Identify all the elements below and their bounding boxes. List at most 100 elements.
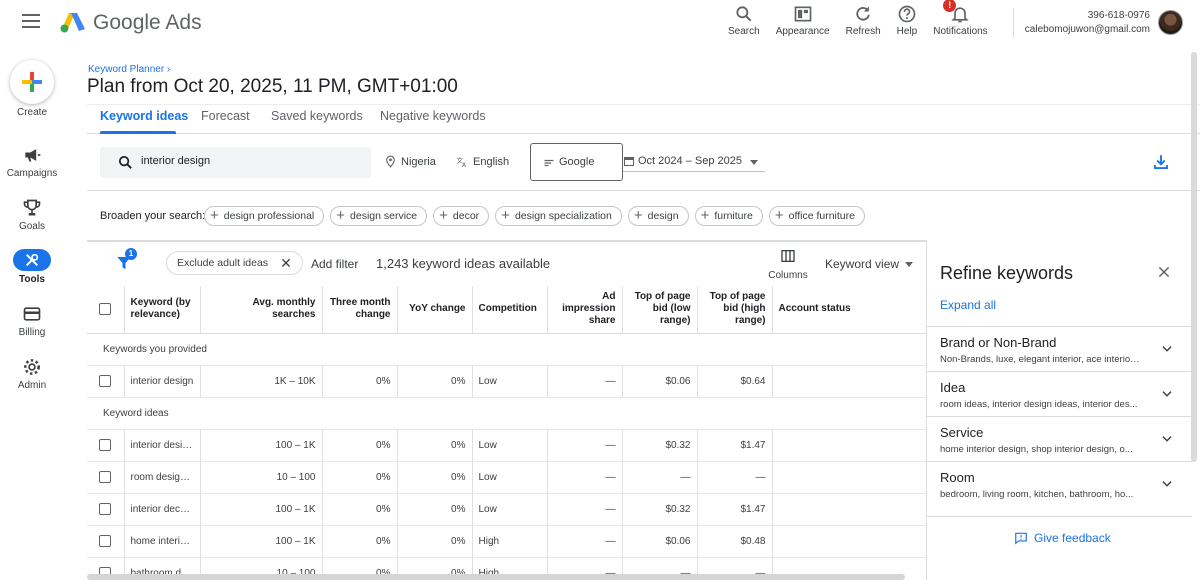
close-icon[interactable]: ✕	[280, 255, 292, 272]
appearance-button-label: Appearance	[775, 26, 830, 37]
column-header[interactable]: Avg. monthly searches	[199, 286, 322, 334]
broaden-chip[interactable]: + design	[627, 206, 689, 226]
svg-text:A: A	[462, 162, 467, 168]
avatar[interactable]	[1158, 10, 1183, 35]
nav-create-label[interactable]: Create	[0, 104, 64, 118]
nav-item-tools[interactable]: Tools	[0, 249, 64, 285]
add-filter-button[interactable]: Add filter	[311, 257, 358, 271]
breadcrumb-keyword-planner[interactable]: Keyword Planner	[88, 64, 164, 75]
exclude-adult-filter-chip[interactable]: Exclude adult ideas ✕	[166, 251, 303, 275]
row-checkbox[interactable]	[99, 439, 112, 451]
broaden-chip-label: decor	[452, 210, 480, 222]
column-header[interactable]: Top of page bid (high range)	[696, 286, 772, 334]
refine-item-brand[interactable]: Brand or Non-Brand Non-Brands, luxe, ele…	[927, 326, 1192, 371]
refine-item-service[interactable]: Service home interior design, shop inter…	[927, 416, 1192, 461]
select-all-checkbox[interactable]	[99, 302, 112, 315]
columns-label: Columns	[768, 270, 808, 281]
filter-button[interactable]: 1	[115, 248, 137, 272]
appearance-button[interactable]: Appearance	[776, 2, 830, 44]
column-header[interactable]: Competition	[471, 286, 547, 334]
nav-item-admin[interactable]: Admin	[0, 357, 64, 391]
notifications-button[interactable]: ! Notifications	[933, 0, 988, 44]
refine-item-desc: bedroom, living room, kitchen, bathroom,…	[940, 489, 1134, 500]
column-header[interactable]: Ad impression share	[546, 286, 622, 334]
group-label: Keyword ideas	[87, 397, 927, 430]
page-scrollbar[interactable]	[1191, 52, 1197, 462]
row-checkbox[interactable]	[99, 375, 112, 387]
table-cell: 100 – 1K	[199, 525, 322, 558]
search-button-label: Search	[728, 26, 760, 37]
help-button-label: Help	[896, 26, 918, 37]
table-cell: —	[546, 429, 622, 462]
refine-item-name: Brand or Non-Brand	[940, 335, 1057, 350]
row-checkbox[interactable]	[99, 503, 112, 515]
refine-item-room[interactable]: Room bedroom, living room, kitchen, bath…	[927, 461, 1192, 506]
search-button[interactable]: Search	[728, 2, 760, 44]
location-value: Nigeria	[401, 155, 436, 168]
nav-item-campaigns[interactable]: Campaigns	[0, 145, 64, 179]
tab-keyword-ideas[interactable]: Keyword ideas	[100, 109, 188, 123]
notifications-button-label: Notifications	[933, 26, 988, 37]
date-range-selector[interactable]: Oct 2024 – Sep 2025	[623, 150, 765, 172]
chevron-down-icon	[750, 160, 758, 165]
column-header[interactable]: Account status	[771, 286, 927, 334]
keyword-search-box[interactable]	[100, 147, 371, 178]
account-switcher[interactable]: 396-618-0976 calebomojuwon@gmail.com	[1020, 10, 1150, 35]
column-header[interactable]: Keyword (by relevance)	[123, 286, 200, 334]
nav-item-goals[interactable]: Goals	[0, 198, 64, 232]
help-button[interactable]: Help	[896, 2, 918, 44]
chevron-down-icon	[1162, 346, 1172, 352]
broaden-chip-label: design	[647, 210, 679, 222]
table-row[interactable]: home interior... 100 – 1K 0% 0% High — $…	[87, 525, 927, 558]
broaden-chip-label: office furniture	[788, 210, 855, 222]
language-selector[interactable]: 文A English	[456, 155, 510, 169]
table-row[interactable]: interior design... 100 – 1K 0% 0% Low — …	[87, 429, 927, 462]
horizontal-scrollbar[interactable]	[87, 574, 905, 580]
page-title: Plan from Oct 20, 2025, 11 PM, GMT+01:00	[87, 76, 458, 97]
give-feedback-button[interactable]: Give feedback	[1014, 531, 1111, 545]
table-row[interactable]: interior design 1K – 10K 0% 0% Low — $0.…	[87, 365, 927, 398]
main-menu-button[interactable]	[22, 14, 40, 28]
expand-all-link[interactable]: Expand all	[940, 298, 996, 312]
columns-button[interactable]: Columns	[766, 248, 810, 281]
breadcrumb[interactable]: Keyword Planner ›	[88, 64, 170, 75]
broaden-chip[interactable]: + design service	[330, 206, 428, 226]
broaden-chip[interactable]: + furniture	[694, 206, 763, 226]
column-header[interactable]: YoY change	[396, 286, 472, 334]
broaden-chip[interactable]: + office furniture	[768, 206, 865, 226]
row-select-cell	[87, 461, 124, 494]
download-icon[interactable]	[1152, 153, 1170, 171]
location-selector[interactable]: Nigeria	[384, 155, 436, 168]
refine-item-idea[interactable]: Idea room ideas, interior design ideas, …	[927, 371, 1192, 416]
broaden-chip[interactable]: + design professional	[204, 206, 325, 226]
broaden-chip[interactable]: + design specialization	[495, 206, 622, 226]
tab-saved-keywords[interactable]: Saved keywords	[271, 109, 363, 123]
table-cell: —	[546, 525, 622, 558]
network-selector[interactable]: Google	[530, 143, 623, 181]
tab-negative-keywords[interactable]: Negative keywords	[380, 109, 486, 123]
google-ads-logo	[60, 13, 85, 33]
column-header[interactable]: Three month change	[321, 286, 397, 334]
table-toolbar: 1 Exclude adult ideas ✕ Add filter 1,243…	[87, 242, 927, 286]
table-cell: High	[471, 525, 547, 558]
table-row[interactable]: room designer 10 – 100 0% 0% Low — — —	[87, 461, 927, 494]
row-checkbox[interactable]	[99, 535, 112, 547]
table-cell: $0.32	[621, 429, 697, 462]
nav-label-tools: Tools	[19, 274, 45, 285]
column-header[interactable]: Top of page bid (low range)	[621, 286, 697, 334]
nav-item-billing[interactable]: Billing	[0, 304, 64, 338]
tab-forecast[interactable]: Forecast	[201, 109, 250, 123]
row-checkbox[interactable]	[99, 471, 112, 483]
keyword-search-input[interactable]	[141, 155, 361, 167]
broaden-chip[interactable]: + decor	[433, 206, 490, 226]
keyword-view-selector[interactable]: Keyword view	[825, 257, 914, 271]
help-icon	[898, 5, 916, 23]
table-cell: —	[546, 493, 622, 526]
table-row[interactable]: interior decor... 100 – 1K 0% 0% Low — $…	[87, 493, 927, 526]
refresh-button[interactable]: Refresh	[846, 2, 881, 44]
close-icon[interactable]	[1157, 265, 1171, 279]
credit-card-icon	[23, 307, 41, 321]
chevron-down-icon	[1162, 391, 1172, 397]
chevron-down-icon	[905, 262, 914, 268]
create-button[interactable]	[10, 60, 54, 104]
